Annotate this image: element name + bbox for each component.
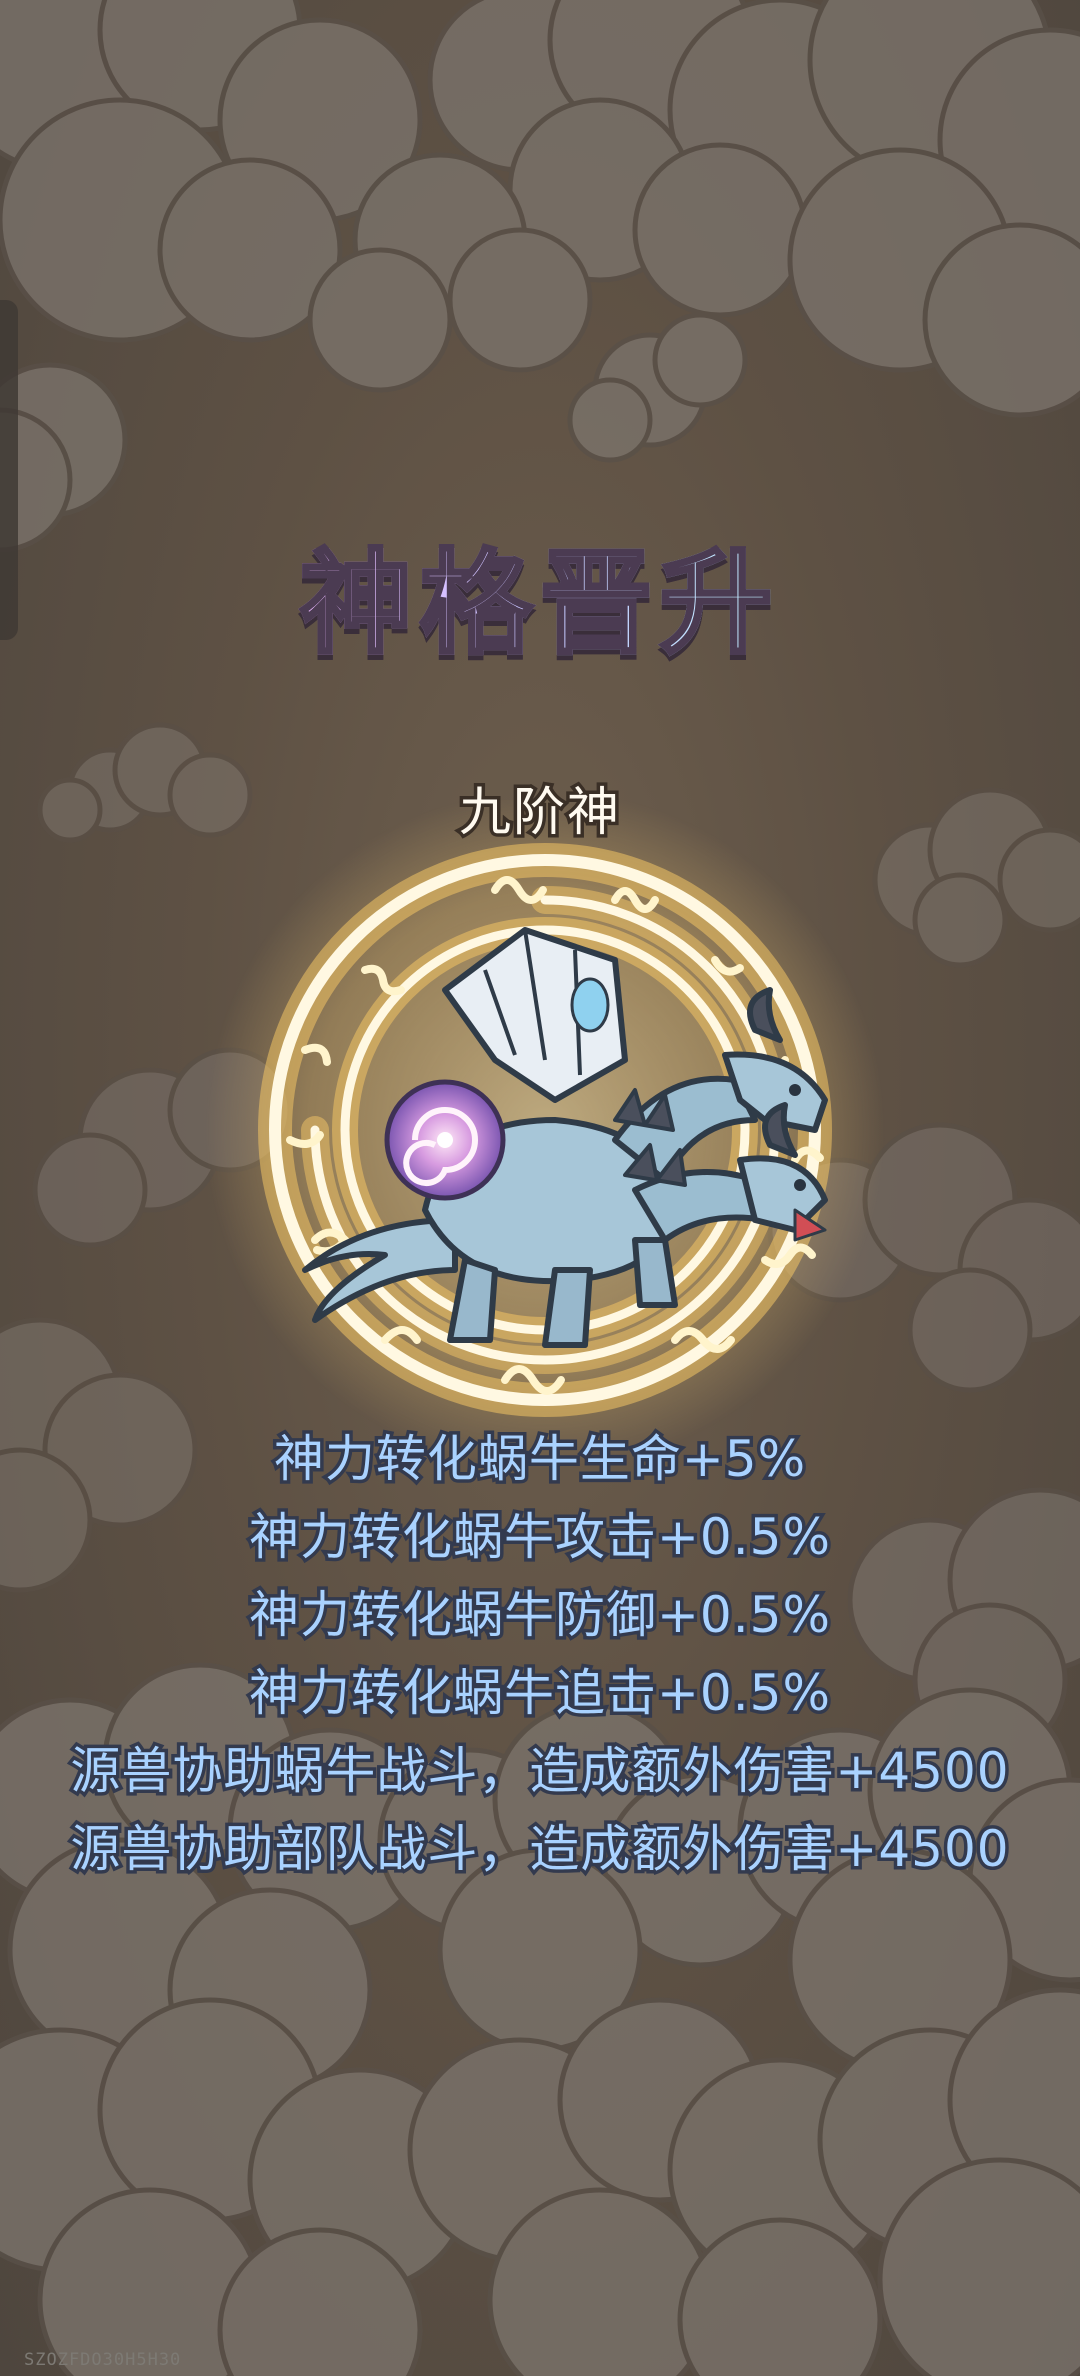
- bonus-list: 神力转化蜗牛生命+5% 神力转化蜗牛攻击+0.5% 神力转化蜗牛防御+0.5% …: [0, 1420, 1080, 1888]
- bonus-snail-hp: 神力转化蜗牛生命+5%: [270, 1427, 808, 1492]
- bonus-beast-assist-troops: 源兽协助部队战斗，造成额外伤害+4500: [67, 1817, 1012, 1882]
- bonus-snail-pursuit: 神力转化蜗牛追击+0.5%: [246, 1661, 834, 1726]
- bonus-beast-assist-snail: 源兽协助蜗牛战斗，造成额外伤害+4500: [67, 1739, 1012, 1804]
- page-title: 神格晋升: [0, 546, 1080, 662]
- rank-emblem: [205, 800, 885, 1470]
- rank-label: 九阶神: [455, 780, 622, 847]
- watermark-code: SZOZFDO30H5H30: [24, 2350, 182, 2370]
- galaxy-orb-icon: [384, 1079, 506, 1201]
- promotion-screen: 神格晋升 九阶神 神力转化蜗牛生命+5% 神力转化蜗牛攻击+0.5% 神力转化蜗…: [0, 0, 1080, 2376]
- bonus-snail-defense: 神力转化蜗牛防御+0.5%: [246, 1583, 834, 1648]
- bonus-snail-attack: 神力转化蜗牛攻击+0.5%: [246, 1505, 834, 1570]
